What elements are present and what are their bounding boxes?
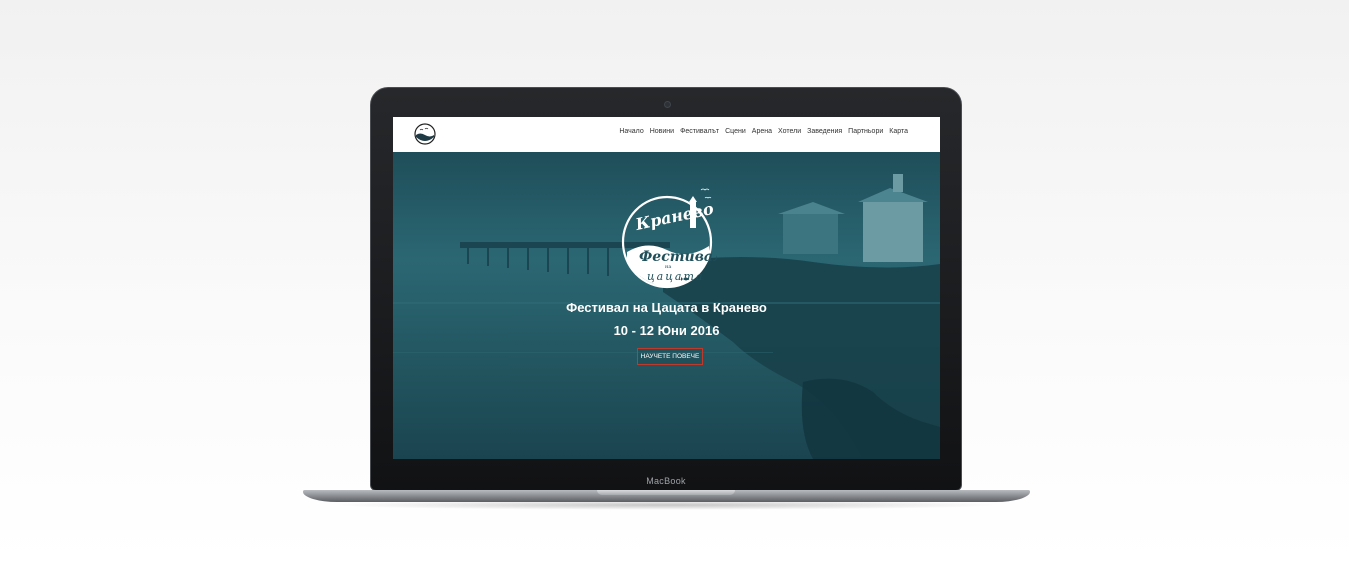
main-menu: Начало Новини Фестивалът Сцени Арена Хот… [616, 128, 911, 135]
festival-logo: Краневo Фестивал на цацата [621, 188, 717, 289]
learn-more-button[interactable]: НАУЧЕТЕ ПОВЕЧЕ [637, 348, 703, 365]
hero-title: Фестивал на Цацата в Кранево [566, 300, 767, 315]
mockup-stage: Начало Новини Фестивалът Сцени Арена Хот… [0, 0, 1349, 562]
nav-item-home[interactable]: Начало [616, 128, 646, 135]
site-navbar: Начало Новини Фестивалът Сцени Арена Хот… [393, 117, 940, 152]
logo-line2: Фестивал [639, 249, 717, 265]
hero-section: Краневo Фестивал на цацата Фестивал на Ц… [393, 152, 940, 459]
nav-item-map[interactable]: Карта [886, 128, 911, 135]
nav-item-stages[interactable]: Сцени [722, 128, 749, 135]
laptop-hinge-notch [597, 490, 735, 495]
logo-icon[interactable] [414, 123, 436, 145]
nav-item-venues[interactable]: Заведения [804, 128, 845, 135]
hero-date: 10 - 12 Юни 2016 [613, 323, 720, 338]
nav-item-partners[interactable]: Партньори [845, 128, 886, 135]
seagull-icon [700, 188, 712, 199]
camera-icon [664, 101, 671, 108]
device-brand-label: MacBook [646, 476, 686, 486]
nav-item-hotels[interactable]: Хотели [775, 128, 804, 135]
logo-line1: Краневo [633, 199, 716, 234]
nav-item-arena[interactable]: Арена [749, 128, 775, 135]
nav-item-news[interactable]: Новини [647, 128, 677, 135]
lighthouse-icon [689, 196, 697, 228]
laptop-screen: Начало Новини Фестивалът Сцени Арена Хот… [393, 117, 940, 459]
nav-item-festival[interactable]: Фестивалът [677, 128, 722, 135]
logo-line4: цацата [647, 270, 704, 283]
